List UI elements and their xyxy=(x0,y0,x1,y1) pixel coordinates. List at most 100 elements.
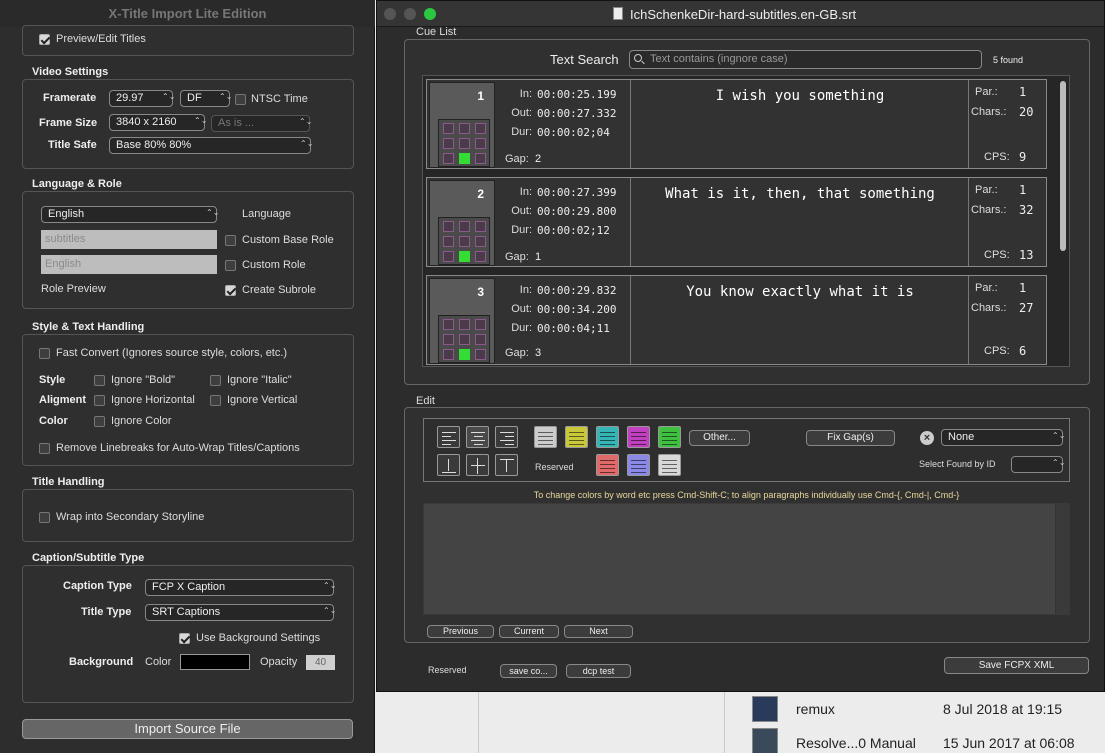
grid-cell[interactable] xyxy=(459,236,470,247)
color-swatch-green-icon[interactable] xyxy=(658,426,681,448)
found-id-select[interactable] xyxy=(1011,456,1063,473)
color-swatch-white-icon[interactable] xyxy=(534,426,557,448)
title-type-select[interactable]: SRT Captions xyxy=(145,604,334,621)
frame-size-select[interactable]: 3840 x 2160 xyxy=(109,114,205,131)
color-swatch-light-icon[interactable] xyxy=(658,454,681,476)
ignore-bold-checkbox[interactable] xyxy=(94,375,105,386)
cue-text[interactable]: What is it, then, that something xyxy=(632,178,969,266)
ignore-vertical-checkbox[interactable] xyxy=(210,395,221,406)
align-right-icon[interactable] xyxy=(495,426,518,448)
color-swatch-magenta-icon[interactable] xyxy=(627,426,650,448)
position-grid-icon[interactable] xyxy=(438,119,490,167)
grid-cell[interactable] xyxy=(475,236,486,247)
subtitle-editor[interactable] xyxy=(423,503,1070,615)
cue-row[interactable]: 2 In: 00:00:27.399 Out: 00:00:29.800 Dur… xyxy=(426,177,1047,267)
grid-cell[interactable] xyxy=(443,319,454,330)
remove-linebreaks-checkbox[interactable] xyxy=(39,443,50,454)
import-source-button[interactable]: Import Source File xyxy=(22,719,353,739)
grid-cell[interactable] xyxy=(475,319,486,330)
grid-cell[interactable] xyxy=(459,123,470,134)
ignore-color-checkbox[interactable] xyxy=(94,416,105,427)
background-color-well[interactable] xyxy=(180,654,250,670)
save-co-button[interactable]: save co... xyxy=(500,664,557,678)
color-swatch-cyan-icon[interactable] xyxy=(596,426,619,448)
grid-cell[interactable] xyxy=(443,334,454,345)
grid-cell[interactable] xyxy=(459,251,470,262)
clear-icon[interactable]: × xyxy=(920,431,934,445)
current-button[interactable]: Current xyxy=(499,625,559,638)
color-swatch-red-icon[interactable] xyxy=(596,454,619,476)
align-center-icon[interactable] xyxy=(466,426,489,448)
language-select[interactable]: English xyxy=(41,206,217,223)
framerate-select[interactable]: 29.97 xyxy=(109,90,173,107)
use-background-checkbox[interactable] xyxy=(179,633,190,644)
grid-cell[interactable] xyxy=(475,334,486,345)
custom-base-role-checkbox[interactable] xyxy=(225,235,236,246)
grid-cell[interactable] xyxy=(475,153,486,164)
grid-cell[interactable] xyxy=(459,221,470,232)
grid-cell[interactable] xyxy=(443,123,454,134)
position-grid-icon[interactable] xyxy=(438,217,490,265)
fix-gaps-button[interactable]: Fix Gap(s) xyxy=(806,430,895,446)
grid-cell[interactable] xyxy=(475,221,486,232)
next-button[interactable]: Next xyxy=(564,625,633,638)
align-bottom-icon[interactable] xyxy=(437,454,460,476)
align-left-icon[interactable] xyxy=(437,426,460,448)
grid-cell[interactable] xyxy=(443,349,454,360)
previous-button[interactable]: Previous xyxy=(427,625,494,638)
role-field[interactable]: English xyxy=(41,255,217,274)
cue-row[interactable]: 3 In: 00:00:29.832 Out: 00:00:34.200 Dur… xyxy=(426,275,1047,365)
wrap-secondary-checkbox[interactable] xyxy=(39,512,50,523)
grid-cell[interactable] xyxy=(475,138,486,149)
grid-cell[interactable] xyxy=(459,334,470,345)
cue-list-scrollbar[interactable] xyxy=(1060,81,1066,251)
grid-cell[interactable] xyxy=(443,221,454,232)
caption-type-select[interactable]: FCP X Caption xyxy=(145,579,334,596)
color-swatch-yellow-icon[interactable] xyxy=(565,426,588,448)
dropframe-select[interactable]: DF xyxy=(180,90,230,107)
as-is-select[interactable]: As is ... xyxy=(211,115,310,132)
save-fcpx-xml-button[interactable]: Save FCPX XML xyxy=(944,657,1089,674)
fast-convert-checkbox[interactable] xyxy=(39,348,50,359)
cue-row[interactable]: 1 In: 00:00:25.199 Out: 00:00:27.332 Dur… xyxy=(426,79,1047,169)
minimize-window-button[interactable] xyxy=(404,8,416,20)
grid-cell[interactable] xyxy=(475,251,486,262)
custom-role-checkbox[interactable] xyxy=(225,260,236,271)
grid-cell[interactable] xyxy=(443,251,454,262)
gap-label: Gap: xyxy=(505,251,529,263)
ignore-italic-checkbox[interactable] xyxy=(210,375,221,386)
dcp-test-button[interactable]: dcp test xyxy=(566,664,631,678)
grid-cell[interactable] xyxy=(443,153,454,164)
search-input[interactable]: Text contains (ingnore case) xyxy=(629,50,982,69)
close-window-button[interactable] xyxy=(384,8,396,20)
grid-cell[interactable] xyxy=(475,349,486,360)
grid-cell[interactable] xyxy=(443,236,454,247)
base-role-field[interactable]: subtitles xyxy=(41,230,217,249)
editor-scrollbar[interactable] xyxy=(1055,504,1069,614)
grid-cell[interactable] xyxy=(459,138,470,149)
finder-row[interactable]: Resolve...0 Manual 15 Jun 2017 at 06:08 xyxy=(750,728,1105,753)
create-subrole-checkbox[interactable] xyxy=(225,285,236,296)
align-middle-icon[interactable] xyxy=(466,454,489,476)
align-top-icon[interactable] xyxy=(495,454,518,476)
position-grid-icon[interactable] xyxy=(438,315,490,363)
ntsc-time-checkbox[interactable] xyxy=(235,94,246,105)
other-colors-button[interactable]: Other... xyxy=(689,430,750,446)
color-swatch-blue-icon[interactable] xyxy=(627,454,650,476)
preview-edit-label: Preview/Edit Titles xyxy=(56,33,146,45)
cue-text[interactable]: You know exactly what it is xyxy=(632,276,969,364)
opacity-field[interactable]: 40 xyxy=(306,655,335,670)
none-select[interactable]: None xyxy=(941,429,1063,446)
grid-cell[interactable] xyxy=(475,123,486,134)
zoom-window-button[interactable] xyxy=(424,8,436,20)
preview-edit-checkbox[interactable] xyxy=(39,34,50,45)
cue-text[interactable]: I wish you something xyxy=(632,80,969,168)
grid-cell[interactable] xyxy=(459,349,470,360)
grid-cell[interactable] xyxy=(443,138,454,149)
grid-cell[interactable] xyxy=(459,153,470,164)
gap-label: Gap: xyxy=(505,347,529,359)
finder-row[interactable]: remux 8 Jul 2018 at 19:15 xyxy=(750,696,1105,728)
title-safe-select[interactable]: Base 80% 80% xyxy=(109,137,311,154)
grid-cell[interactable] xyxy=(459,319,470,330)
ignore-horizontal-checkbox[interactable] xyxy=(94,395,105,406)
